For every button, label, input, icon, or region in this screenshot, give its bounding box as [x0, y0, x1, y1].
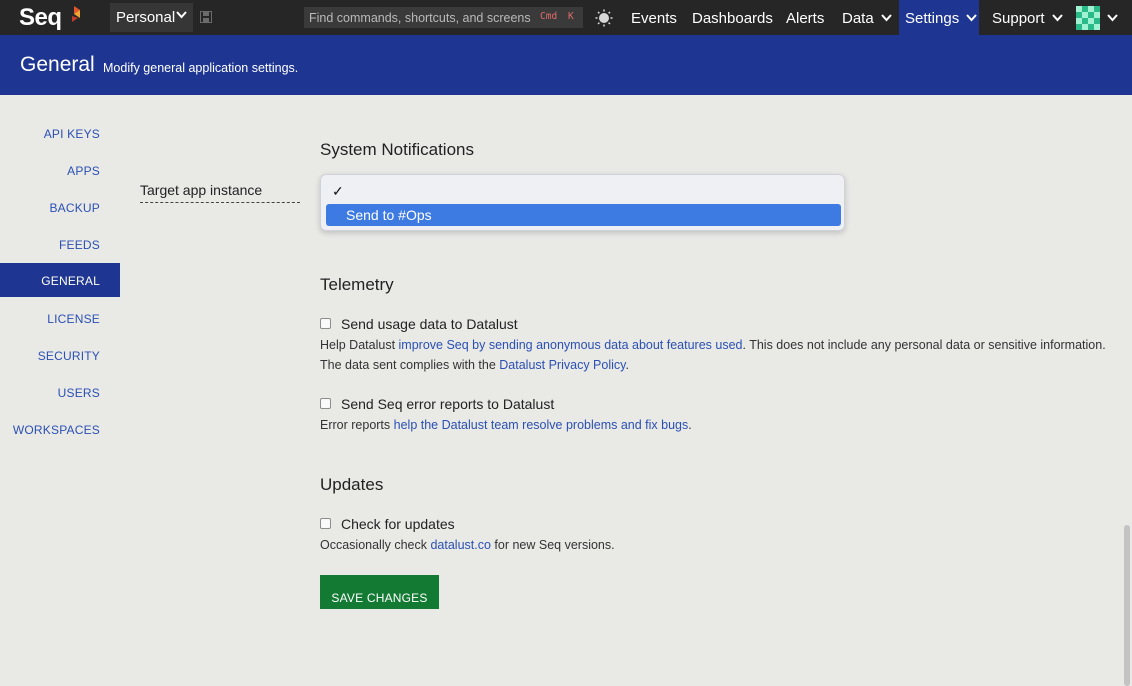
chevron-down-icon	[966, 14, 978, 22]
chevron-down-icon[interactable]	[1107, 14, 1118, 22]
search-placeholder: Find commands, shortcuts, and screens	[309, 11, 531, 25]
sidebar-item-backup[interactable]: BACKUP	[0, 190, 120, 224]
workspace-selector[interactable]: Personal	[110, 3, 193, 32]
updates-help: Occasionally check datalust.co for new S…	[320, 535, 1110, 555]
nav-data[interactable]: Data	[842, 0, 892, 35]
nav-data-label: Data	[842, 10, 874, 27]
seq-logo-mark-icon	[72, 6, 80, 22]
chevron-down-icon	[176, 11, 187, 19]
page-scrollbar[interactable]	[1124, 525, 1130, 686]
nav-events-label: Events	[631, 10, 677, 27]
usage-help-period: .	[625, 358, 629, 372]
theme-toggle-icon[interactable]	[595, 9, 613, 27]
sidebar-item-api-keys[interactable]: API KEYS	[0, 116, 120, 150]
command-search-input[interactable]: Find commands, shortcuts, and screens Cm…	[304, 7, 583, 28]
check-for-updates-label[interactable]: Check for updates	[341, 516, 455, 532]
top-navigation: Seq Personal Find commands, shortcuts, a…	[0, 0, 1132, 35]
check-for-updates-checkbox[interactable]	[320, 518, 331, 529]
sidebar-item-general[interactable]: GENERAL	[0, 263, 120, 297]
sidebar-item-workspaces[interactable]: WORKSPACES	[0, 412, 120, 446]
sidebar-item-apps[interactable]: APPS	[0, 153, 120, 187]
nav-dashboards[interactable]: Dashboards	[692, 0, 773, 35]
nav-dashboards-label: Dashboards	[692, 10, 773, 27]
page-subtitle: Modify general application settings.	[103, 61, 299, 75]
sidebar-item-feeds[interactable]: FEEDS	[0, 227, 120, 261]
send-error-reports-label[interactable]: Send Seq error reports to Datalust	[341, 396, 554, 412]
error-reports-help: Error reports help the Datalust team res…	[320, 415, 1110, 435]
updates-help-text: Occasionally check	[320, 538, 431, 552]
nav-settings-label: Settings	[905, 10, 960, 27]
workspace-label: Personal	[116, 9, 176, 26]
dropdown-option-send-to-ops[interactable]: Send to #Ops	[326, 204, 841, 226]
checkmark-icon: ✓	[332, 183, 344, 199]
user-avatar-icon[interactable]	[1076, 6, 1100, 30]
sidebar-item-security[interactable]: SECURITY	[0, 338, 120, 372]
target-app-instance-dropdown[interactable]: ✓ Send to #Ops	[320, 174, 845, 231]
shortcut-k-key: K	[568, 11, 574, 22]
updates-heading: Updates	[320, 475, 384, 494]
error-help-period: .	[688, 418, 692, 432]
seq-logo[interactable]: Seq	[19, 4, 62, 32]
shortcut-cmd-key: Cmd	[540, 11, 558, 22]
nav-alerts-label: Alerts	[786, 10, 825, 27]
datalust-site-link[interactable]: datalust.co	[430, 538, 490, 552]
send-usage-data-label[interactable]: Send usage data to Datalust	[341, 316, 518, 332]
sidebar-item-license[interactable]: LICENSE	[0, 301, 120, 335]
usage-help-text: Help Datalust	[320, 338, 399, 352]
nav-support-label: Support	[992, 10, 1045, 27]
target-app-instance-label: Target app instance	[140, 182, 300, 203]
sidebar-item-users[interactable]: USERS	[0, 375, 120, 409]
privacy-policy-link[interactable]: Datalust Privacy Policy	[499, 358, 625, 372]
send-error-reports-checkbox[interactable]	[320, 398, 331, 409]
nav-support[interactable]: Support	[992, 0, 1063, 35]
nav-events[interactable]: Events	[631, 0, 677, 35]
improve-seq-link[interactable]: improve Seq by sending anonymous data ab…	[399, 338, 743, 352]
resolve-problems-link[interactable]: help the Datalust team resolve problems …	[394, 418, 689, 432]
page-title: General	[20, 53, 95, 76]
save-workspace-icon[interactable]	[200, 11, 212, 23]
usage-data-help: Help Datalust improve Seq by sending ano…	[320, 335, 1110, 375]
system-notifications-heading: System Notifications	[320, 140, 474, 159]
page-header: General Modify general application setti…	[0, 35, 1132, 95]
telemetry-heading: Telemetry	[320, 275, 394, 294]
nav-settings[interactable]: Settings	[899, 0, 979, 35]
error-help-text: Error reports	[320, 418, 394, 432]
chevron-down-icon	[881, 14, 892, 22]
chevron-down-icon	[1051, 14, 1063, 22]
updates-help-text-2: for new Seq versions.	[490, 538, 615, 552]
save-changes-button[interactable]: SAVE CHANGES	[320, 575, 439, 609]
send-usage-data-checkbox[interactable]	[320, 318, 331, 329]
nav-alerts[interactable]: Alerts	[786, 0, 824, 35]
